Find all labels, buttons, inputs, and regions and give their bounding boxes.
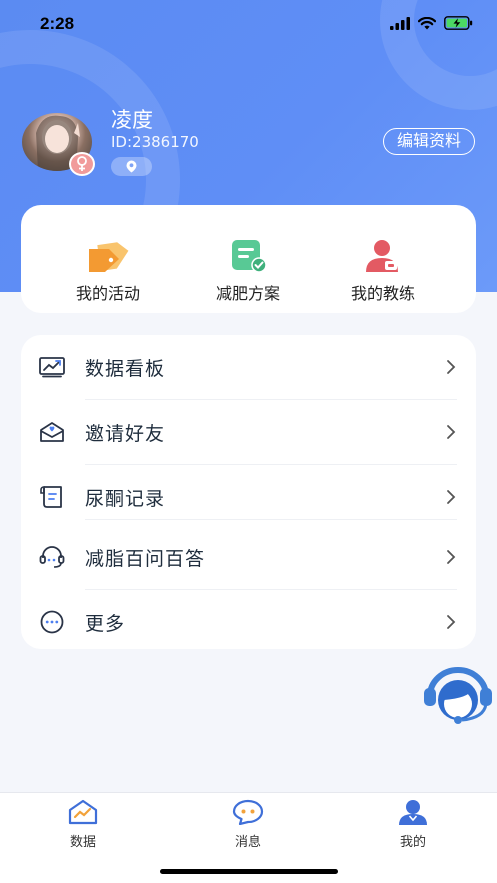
user-id: ID:2386170 — [111, 133, 199, 151]
tab-label: 数据 — [69, 835, 96, 850]
record-scroll-icon — [39, 484, 65, 510]
edit-profile-button[interactable]: 编辑资料 — [382, 128, 475, 155]
chevron-right-icon — [447, 490, 456, 504]
quick-action-label: 减肥方案 — [215, 284, 280, 303]
customer-service-button[interactable] — [422, 664, 494, 726]
battery-charging-icon — [444, 16, 473, 30]
profile-icon — [399, 800, 427, 825]
tab-data[interactable]: 数据 — [38, 799, 128, 850]
tab-mine[interactable]: 我的 — [368, 799, 458, 850]
chat-bubble-icon — [232, 799, 264, 826]
location-badge[interactable] — [111, 157, 152, 176]
chevron-right-icon — [447, 615, 456, 629]
menu-item-invite-friends[interactable]: 邀请好友 — [21, 400, 476, 464]
more-dots-icon — [39, 609, 65, 635]
status-icons — [390, 16, 473, 30]
tab-label: 我的 — [399, 835, 426, 850]
quick-action-label: 我的活动 — [75, 284, 140, 303]
quick-action-my-activities[interactable]: 我的活动 — [48, 235, 168, 304]
invite-envelope-icon — [39, 419, 65, 445]
chevron-right-icon — [447, 360, 456, 374]
user-name: 凌度 — [111, 108, 153, 132]
status-time: 2:28 — [40, 14, 75, 33]
quick-action-label: 我的教练 — [350, 284, 415, 303]
menu-card: 数据看板 邀请好友 尿酮记录 减脂百问百答 更多 — [21, 335, 476, 649]
tab-label: 消息 — [234, 835, 261, 850]
menu-item-label: 邀请好友 — [85, 422, 166, 445]
menu-item-label: 数据看板 — [85, 357, 166, 380]
divider — [85, 519, 457, 520]
headset-icon — [39, 544, 65, 570]
tag-icon — [89, 242, 129, 272]
plan-document-icon — [232, 240, 267, 273]
quick-actions-card: 我的活动 减肥方案 我的教练 — [21, 205, 476, 313]
chevron-right-icon — [447, 550, 456, 564]
female-gender-icon — [69, 152, 95, 176]
coach-icon — [366, 240, 398, 272]
menu-item-data-board[interactable]: 数据看板 — [21, 335, 476, 399]
wifi-icon — [418, 16, 436, 29]
quick-action-diet-plan[interactable]: 减肥方案 — [188, 235, 308, 304]
menu-item-more[interactable]: 更多 — [21, 590, 476, 654]
menu-item-fat-loss-faq[interactable]: 减脂百问百答 — [21, 525, 476, 589]
menu-item-label: 更多 — [85, 612, 126, 635]
quick-action-my-coach[interactable]: 我的教练 — [323, 235, 443, 304]
chart-board-icon — [39, 354, 65, 380]
menu-item-label: 尿酮记录 — [85, 487, 166, 510]
chevron-right-icon — [447, 425, 456, 439]
customer-service-icon — [424, 667, 492, 724]
menu-item-label: 减脂百问百答 — [85, 547, 206, 570]
status-bar: 2:28 — [0, 0, 497, 48]
profile-page: 2:28 凌度 ID:2386170 编辑资料 我的活动 减肥方案 我的教练 数… — [0, 0, 497, 883]
home-indicator — [160, 869, 338, 874]
tab-messages[interactable]: 消息 — [203, 799, 293, 850]
home-chart-icon — [68, 799, 98, 825]
location-pin-icon — [126, 160, 137, 173]
signal-icon — [390, 16, 410, 30]
